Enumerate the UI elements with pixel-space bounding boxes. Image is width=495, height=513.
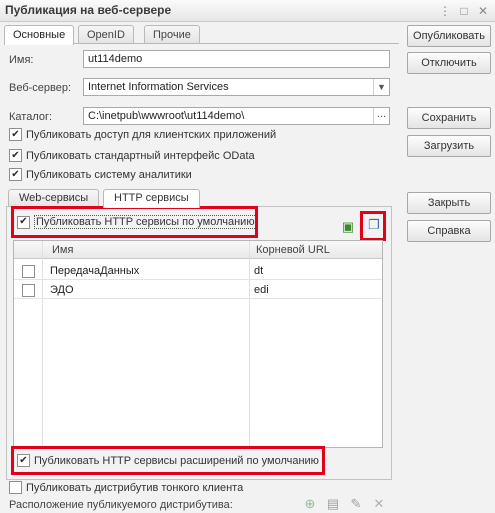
load-button[interactable]: Загрузить xyxy=(407,135,491,157)
row-name: ПередачаДанных xyxy=(50,265,140,277)
checkbox-label: Публиковать стандартный интерфейс OData xyxy=(26,149,255,162)
name-label: Имя: xyxy=(9,54,34,66)
row-url: edi xyxy=(254,284,269,296)
highlight-frame xyxy=(11,206,258,238)
tab-http-services[interactable]: HTTP сервисы xyxy=(103,189,200,208)
catalog-value: C:\inetpub\wwwroot\ut114demo\ xyxy=(88,110,245,122)
close-button[interactable]: Закрыть xyxy=(407,192,491,214)
tab-label: OpenID xyxy=(87,29,125,41)
checkbox[interactable]: ✔ xyxy=(9,149,22,162)
tab-label: Web-сервисы xyxy=(19,192,89,204)
catalog-field[interactable]: C:\inetpub\wwwroot\ut114demo\ xyxy=(83,107,390,125)
checkbox[interactable] xyxy=(22,265,35,278)
checkbox[interactable] xyxy=(22,284,35,297)
tab-label: HTTP сервисы xyxy=(114,192,189,204)
close-icon[interactable]: ✕ xyxy=(475,3,491,19)
row-url: dt xyxy=(254,265,264,277)
row-name: ЭДО xyxy=(50,284,74,296)
table-row[interactable]: ПередачаДанных dt xyxy=(14,262,382,280)
add-icon[interactable]: ⊕ xyxy=(302,496,318,512)
save-button[interactable]: Сохранить xyxy=(407,107,491,129)
publish-odata-option[interactable]: ✔ Публиковать стандартный интерфейс ODat… xyxy=(9,149,255,162)
tab-other[interactable]: Прочие xyxy=(144,25,200,44)
tab-openid[interactable]: OpenID xyxy=(78,25,134,44)
edit-icon[interactable]: ✎ xyxy=(348,496,364,512)
checkbox-label: Публиковать дистрибутив тонкого клиента xyxy=(26,481,244,494)
tab-web-services[interactable]: Web-сервисы xyxy=(8,189,100,207)
server-select[interactable]: Internet Information Services xyxy=(83,78,390,96)
maximize-icon[interactable]: □ xyxy=(456,3,472,19)
delete-icon[interactable]: ✕ xyxy=(371,496,387,512)
catalog-label: Каталог: xyxy=(9,111,53,123)
publish-client-access-option[interactable]: ✔ Публиковать доступ для клиентских прил… xyxy=(9,128,276,141)
column-header-url[interactable]: Корневой URL xyxy=(256,244,330,256)
highlight-frame xyxy=(360,211,386,241)
window-title: Публикация на веб-сервере xyxy=(5,3,172,17)
chevron-down-icon[interactable]: ▼ xyxy=(373,79,389,95)
checkbox[interactable]: ✔ xyxy=(9,128,22,141)
checkbox-label: Публиковать доступ для клиентских прилож… xyxy=(26,128,277,141)
server-value: Internet Information Services xyxy=(88,81,229,93)
table-header: Имя Корневой URL xyxy=(14,241,382,259)
tab-label: Основные xyxy=(13,29,66,41)
unpublish-button[interactable]: Отключить xyxy=(407,52,491,74)
checkbox[interactable] xyxy=(9,481,22,494)
title-bar: Публикация на веб-сервере ⋮ □ ✕ xyxy=(0,0,495,22)
distrib-location-label: Расположение публикуемого дистрибутива: xyxy=(9,499,233,511)
catalog-browse-button[interactable]: ... xyxy=(373,108,389,124)
tab-label: Прочие xyxy=(153,29,191,41)
publish-button[interactable]: Опубликовать xyxy=(407,25,491,47)
more-icon[interactable]: ⋮ xyxy=(437,3,453,19)
http-services-table: Имя Корневой URL ПередачаДанных dt ЭДО e… xyxy=(13,240,383,448)
highlight-frame xyxy=(11,446,325,475)
checkbox-label: Публиковать систему аналитики xyxy=(26,168,192,181)
document-icon[interactable]: ▤ xyxy=(325,496,341,512)
publish-analytics-option[interactable]: ✔ Публиковать систему аналитики xyxy=(9,168,192,181)
table-row[interactable]: ЭДО edi xyxy=(14,281,382,299)
publish-thin-client-option[interactable]: Публиковать дистрибутив тонкого клиента xyxy=(9,481,243,494)
checkbox[interactable]: ✔ xyxy=(9,168,22,181)
name-field[interactable]: ut114demo xyxy=(83,50,390,68)
server-label: Веб-сервер: xyxy=(9,82,72,94)
column-header-name[interactable]: Имя xyxy=(52,244,73,256)
check-all-icon[interactable]: ▣ xyxy=(340,219,356,235)
help-button[interactable]: Справка xyxy=(407,220,491,242)
tab-main[interactable]: Основные xyxy=(4,25,75,45)
